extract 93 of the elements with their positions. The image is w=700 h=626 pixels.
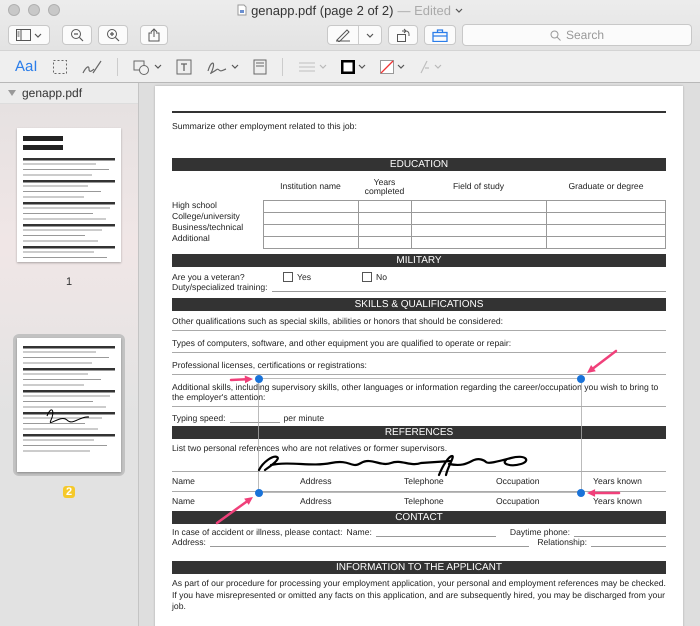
- zoom-out-button[interactable]: [62, 25, 92, 45]
- field-label: Occupation: [496, 476, 540, 486]
- note-icon: [252, 58, 267, 74]
- field-label: Occupation: [496, 496, 540, 506]
- caret-icon: [434, 64, 442, 69]
- rotate-icon: [396, 28, 410, 42]
- page-number: 2: [62, 486, 76, 498]
- form-prompt: Are you a veteran?: [172, 272, 246, 282]
- pointer-arrow: [587, 489, 620, 497]
- field-label: Telephone: [404, 496, 445, 506]
- checkbox[interactable]: [362, 272, 372, 282]
- caret-icon: [396, 64, 405, 69]
- toolbox-icon: [432, 28, 448, 42]
- text-box-icon: [176, 58, 192, 74]
- caret-icon: [154, 64, 162, 69]
- markup-pen-button[interactable]: [327, 25, 382, 45]
- field-label: Daytime phone:: [510, 527, 570, 537]
- pen-icon: [335, 28, 351, 42]
- column-header: Graduate or degree: [567, 180, 644, 194]
- section-heading: CONTACT: [172, 511, 666, 524]
- caret-icon: [318, 64, 327, 69]
- form-prompt: Types of computers, software, and other equipment you are qualified to operate or repair:: [172, 331, 666, 353]
- shapes-icon: [132, 58, 151, 74]
- section-heading: SKILLS & QUALIFICATIONS: [172, 298, 666, 311]
- zoom-in-icon: [106, 28, 120, 42]
- row-label: High school: [172, 200, 218, 211]
- pointer-arrow: [230, 375, 253, 384]
- section-heading: INFORMATION TO THE APPLICANT: [172, 561, 666, 574]
- row-label: Business/technical: [172, 222, 244, 233]
- column-header: Field of study: [452, 180, 506, 194]
- field-label: Name:: [346, 527, 372, 537]
- pointer-arrow: [587, 350, 618, 373]
- selection-handle[interactable]: [255, 375, 263, 383]
- field-label: Years known: [593, 476, 643, 486]
- field-label: Address:: [172, 537, 206, 547]
- form-prompt: Duty/specialized training:: [172, 282, 268, 292]
- form-prompt: Typing speed:: [172, 413, 226, 423]
- pdf-file-icon: [237, 4, 248, 16]
- column-header: Institution name: [279, 180, 342, 194]
- field-label: Telephone: [404, 476, 445, 486]
- selection-handle[interactable]: [255, 489, 263, 497]
- sidebar-icon: [16, 29, 31, 41]
- caret-icon: [366, 32, 374, 38]
- share-icon: [148, 28, 160, 42]
- zoom-out-icon: [70, 28, 84, 42]
- checkbox-label: Yes: [297, 272, 312, 282]
- caret-icon: [34, 32, 42, 38]
- unit-label: per minute: [284, 413, 324, 423]
- selection-handle[interactable]: [577, 375, 585, 383]
- caret-icon: [358, 64, 366, 69]
- edited-status: — Edited: [397, 2, 451, 18]
- share-button[interactable]: [140, 25, 168, 45]
- rotate-button[interactable]: [388, 25, 418, 45]
- pen-scribble-icon: [82, 58, 102, 74]
- window-title: genapp.pdf (page 2 of 2): [251, 2, 394, 18]
- disclosure-triangle-icon: [8, 90, 16, 96]
- selection-handle[interactable]: [577, 489, 585, 497]
- page-number: 1: [64, 276, 74, 288]
- form-prompt: Professional licenses, certifications or registrations:: [172, 353, 666, 375]
- section-heading: EDUCATION: [172, 158, 666, 171]
- line-style-icon: [298, 60, 316, 74]
- form-prompt: Other qualifications such as special skills, abilities or honors that should be considered:: [172, 311, 666, 331]
- column-header: Years completed: [364, 176, 406, 198]
- section-heading: REFERENCES: [172, 426, 666, 439]
- sidebar-toggle-button[interactable]: [8, 25, 50, 45]
- checkbox[interactable]: [283, 272, 293, 282]
- toolbox-button[interactable]: [424, 25, 456, 45]
- fill-color-icon: [380, 60, 394, 74]
- checkbox-label: No: [376, 272, 387, 282]
- zoom-in-button[interactable]: [98, 25, 128, 45]
- caret-icon: [230, 64, 239, 69]
- form-prompt: Summarize other employment related to this job:: [172, 121, 358, 131]
- border-color-icon: [340, 60, 355, 74]
- field-label: Name: [172, 496, 196, 506]
- field-label: Address: [300, 476, 333, 486]
- info-paragraph: As part of our procedure for processing your employment application, your personal and employment references may be checked. If you have misrepresented or omitted any facts on this application, and are subsequently hired, you may be discharged from your job.: [172, 578, 666, 613]
- field-label: Name: [172, 476, 196, 486]
- search-field[interactable]: Search: [462, 24, 692, 46]
- font-icon: [418, 60, 431, 74]
- row-label: Additional: [172, 233, 211, 244]
- text-tool[interactable]: AaI: [8, 56, 45, 78]
- rectangle-select-icon: [52, 58, 68, 74]
- section-heading: MILITARY: [172, 254, 666, 267]
- field-label: Years known: [593, 496, 643, 506]
- field-label: Address: [300, 496, 333, 506]
- caret-icon: [454, 8, 463, 12]
- field-label: Relationship:: [537, 537, 587, 547]
- form-prompt: List two personal references who are not relatives or former supervisors.: [172, 443, 448, 453]
- form-prompt: In case of accident or illness, please contact:: [172, 527, 343, 537]
- sidebar-header[interactable]: genapp.pdf: [0, 83, 138, 104]
- search-icon: [550, 30, 561, 40]
- pointer-arrow: [216, 497, 253, 524]
- row-label: College/university: [172, 211, 241, 222]
